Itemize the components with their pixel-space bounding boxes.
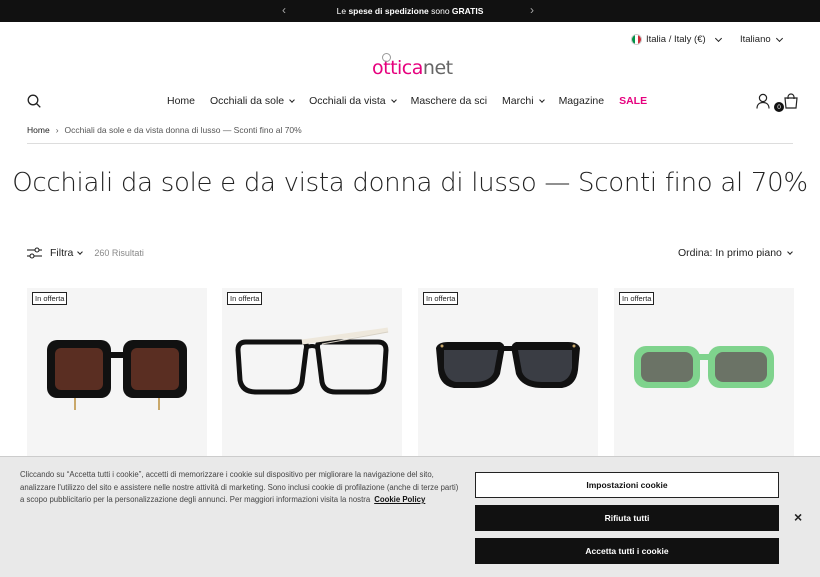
cookie-text: Cliccando su “Accetta tutti i cookie”, a… <box>20 470 459 504</box>
nav-item-occhiali-da-vista[interactable]: Occhiali da vista <box>309 95 397 107</box>
nav-item-magazine[interactable]: Magazine <box>559 95 605 107</box>
product-card[interactable]: In offerta <box>614 288 794 458</box>
country-label: Italia / Italy (€) <box>646 34 706 45</box>
product-card[interactable]: In offerta <box>418 288 598 458</box>
chevron-down-icon <box>787 248 793 255</box>
logo-ring-icon <box>382 53 391 62</box>
chevron-down-icon <box>289 96 295 103</box>
filter-label: Filtra <box>50 247 74 259</box>
sunglasses-image <box>47 340 187 410</box>
sort-label: Ordina: In primo piano <box>678 247 782 259</box>
search-icon[interactable] <box>27 94 41 108</box>
sale-badge: In offerta <box>423 292 459 305</box>
chevron-down-icon <box>538 96 545 103</box>
filter-button[interactable]: Filtra <box>27 247 84 259</box>
nav-item-occhiali-da-sole[interactable]: Occhiali da sole <box>210 95 295 107</box>
chevron-right-icon[interactable]: › <box>530 3 534 17</box>
breadcrumb: Home › Occhiali da sole e da vista donna… <box>27 125 302 135</box>
italy-flag-icon <box>631 34 642 45</box>
nav-item-sale[interactable]: SALE <box>619 95 647 107</box>
nav-item-home[interactable]: Home <box>167 95 195 107</box>
nav-item-marchi[interactable]: Marchi <box>502 95 545 107</box>
account-icon[interactable] <box>756 93 770 109</box>
cookie-banner: Cliccando su “Accetta tutti i cookie”, a… <box>0 456 820 577</box>
language-selector[interactable]: Italiano <box>740 34 783 45</box>
cookie-policy-link[interactable]: Cookie Policy <box>374 495 425 504</box>
sale-badge: In offerta <box>227 292 263 305</box>
announcement-bar: ‹ Le spese di spedizione sono GRATIS › <box>0 0 820 22</box>
chevron-down-icon <box>390 96 397 103</box>
page-title: Occhiali da sole e da vista donna di lus… <box>12 168 808 198</box>
nav-item-maschere-da-sci[interactable]: Maschere da sci <box>411 95 487 107</box>
results-count: 260 Risultati <box>94 248 144 258</box>
language-label: Italiano <box>740 34 771 45</box>
accept-all-button[interactable]: Accetta tutti i cookie <box>475 538 779 564</box>
sunglasses-image <box>634 346 774 388</box>
product-card[interactable]: In offerta <box>222 288 402 458</box>
chevron-left-icon[interactable]: ‹ <box>282 3 286 17</box>
announcement-text: Le spese di spedizione sono GRATIS <box>336 6 484 16</box>
shopping-bag-icon[interactable] <box>783 93 799 109</box>
eyeglasses-image <box>235 327 389 395</box>
sort-dropdown[interactable]: Ordina: In primo piano <box>678 247 793 259</box>
filter-bar: Filtra 260 Risultati <box>27 247 144 259</box>
main-nav: Home Occhiali da sole Occhiali da vista … <box>167 95 647 107</box>
divider <box>27 143 793 144</box>
close-icon[interactable]: × <box>794 509 802 525</box>
product-card[interactable]: In offerta <box>27 288 207 458</box>
cookie-settings-button[interactable]: Impostazioni cookie <box>475 472 779 498</box>
chevron-down-icon <box>77 248 84 255</box>
breadcrumb-home[interactable]: Home <box>27 125 50 135</box>
breadcrumb-current: Occhiali da sole e da vista donna di lus… <box>64 125 302 135</box>
chevron-down-icon <box>775 34 783 42</box>
sale-badge: In offerta <box>32 292 68 305</box>
site-logo[interactable]: otticanet <box>372 53 453 79</box>
cart-count-badge: 0 <box>774 102 784 112</box>
breadcrumb-separator: › <box>55 125 59 135</box>
country-selector[interactable]: Italia / Italy (€) <box>631 34 722 45</box>
sliders-icon <box>27 247 42 259</box>
reject-all-button[interactable]: Rifiuta tutti <box>475 505 779 531</box>
sunglasses-image <box>436 342 580 388</box>
chevron-down-icon <box>714 34 722 42</box>
sale-badge: In offerta <box>619 292 655 305</box>
